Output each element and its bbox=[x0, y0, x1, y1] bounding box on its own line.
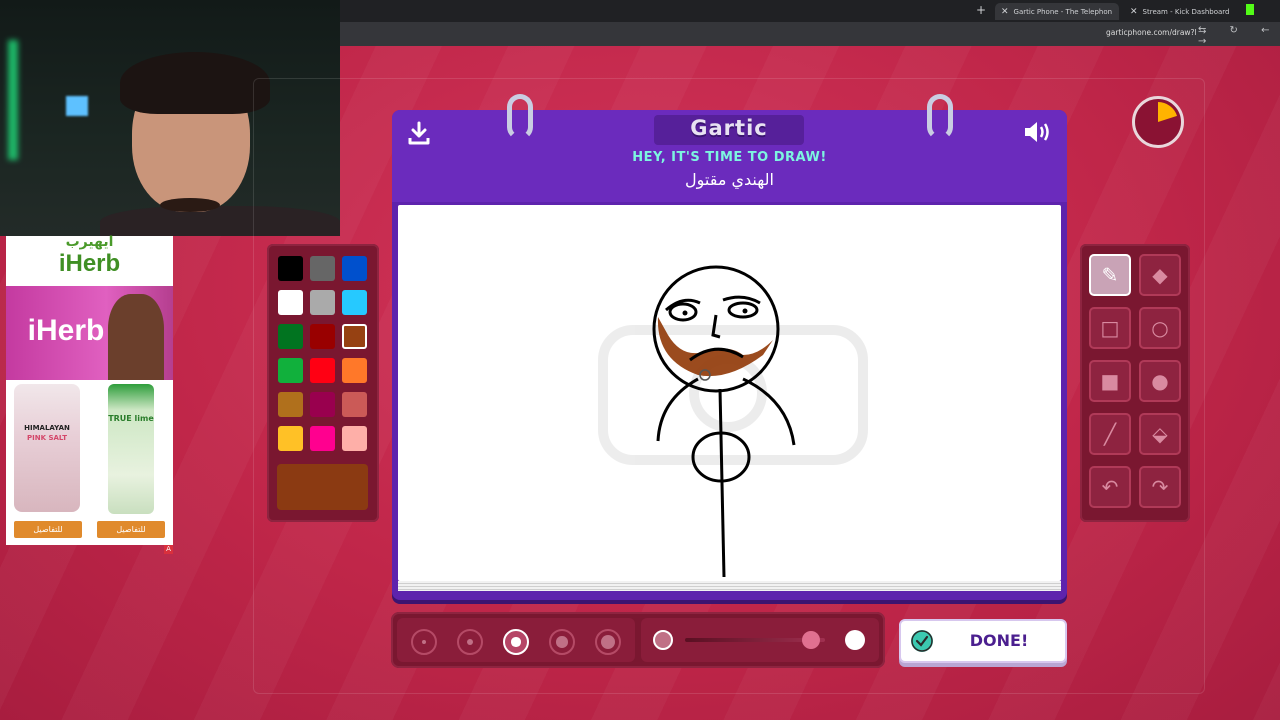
rectangle-filled-icon[interactable]: ■ bbox=[1089, 360, 1131, 402]
color-swatch[interactable] bbox=[310, 290, 335, 315]
brush-size-selector bbox=[397, 618, 635, 662]
product-image-true-lime[interactable]: TRUE lime bbox=[108, 384, 154, 514]
tab-label: Gartic Phone - The Telephon bbox=[1013, 7, 1113, 16]
brush-settings-bar bbox=[391, 612, 885, 668]
streamer-mustache bbox=[160, 198, 220, 212]
ad-choices-icon[interactable]: A bbox=[164, 545, 173, 554]
color-swatch[interactable] bbox=[278, 324, 303, 349]
color-swatch[interactable] bbox=[278, 358, 303, 383]
current-color-preview bbox=[277, 464, 368, 510]
color-swatch[interactable] bbox=[310, 392, 335, 417]
opacity-min-icon bbox=[653, 630, 673, 650]
product-label-2: PINK SALT bbox=[27, 434, 67, 442]
color-swatch[interactable] bbox=[342, 256, 367, 281]
done-label: DONE! bbox=[969, 631, 1029, 650]
undo-icon[interactable]: ↶ bbox=[1089, 466, 1131, 508]
drawing-prompt: الهندي مقتول bbox=[685, 170, 774, 189]
pencil-icon[interactable]: ✎ bbox=[1089, 254, 1131, 296]
eraser-icon[interactable]: ◆ bbox=[1139, 254, 1181, 296]
product-label: HIMALAYAN bbox=[24, 424, 70, 432]
card-header: Gartic HEY, IT'S TIME TO DRAW! الهندي مق… bbox=[392, 110, 1067, 202]
ad-brand-logo: iHerb bbox=[58, 250, 121, 277]
color-swatch[interactable] bbox=[342, 426, 367, 451]
brush-size-dot bbox=[556, 636, 568, 648]
brush-size-dot bbox=[421, 639, 427, 645]
ad-hero-banner: iHerb bbox=[6, 286, 173, 380]
color-swatch[interactable] bbox=[310, 358, 335, 383]
browser-tab-bar: + ✕ Gartic Phone - The Telephon ✕ Stream… bbox=[340, 0, 1280, 22]
rectangle-outline-icon[interactable]: □ bbox=[1089, 307, 1131, 349]
tab-gartic-phone[interactable]: ✕ Gartic Phone - The Telephon bbox=[995, 3, 1119, 20]
timer-clock-icon bbox=[1158, 102, 1178, 122]
color-swatch[interactable] bbox=[342, 290, 367, 315]
binder-ring-right bbox=[927, 94, 953, 140]
redo-icon[interactable]: ↷ bbox=[1139, 466, 1181, 508]
download-icon[interactable] bbox=[406, 120, 432, 146]
product-label: TRUE lime bbox=[108, 414, 154, 423]
brush-size-option[interactable] bbox=[503, 629, 529, 655]
streamer-hair bbox=[120, 52, 270, 114]
color-swatch[interactable] bbox=[310, 256, 335, 281]
line-icon[interactable]: ╱ bbox=[1089, 413, 1131, 455]
color-swatch[interactable] bbox=[342, 358, 367, 383]
binder-ring-left bbox=[507, 94, 533, 140]
canvas-drawing bbox=[598, 265, 868, 578]
ad-arabic-brand: ايهيرب bbox=[65, 234, 114, 250]
sound-icon[interactable] bbox=[1022, 119, 1052, 145]
done-button[interactable]: DONE! bbox=[899, 619, 1067, 663]
ellipse-outline-icon[interactable]: ○ bbox=[1139, 307, 1181, 349]
drawing-canvas[interactable] bbox=[398, 205, 1061, 581]
instruction-headline: HEY, IT'S TIME TO DRAW! bbox=[632, 150, 827, 165]
address-bar[interactable]: garticphone.com/draw?l ⇆ ↻ ← → bbox=[340, 22, 1280, 47]
ad-details-button[interactable]: للتفاصيل bbox=[97, 521, 165, 538]
close-tab-icon[interactable]: ✕ bbox=[1130, 7, 1138, 17]
page-stack-edge bbox=[398, 581, 1061, 591]
brush-size-dot bbox=[466, 638, 474, 646]
color-swatch[interactable] bbox=[310, 426, 335, 451]
tab-kick-dashboard[interactable]: ✕ Stream - Kick Dashboard bbox=[1130, 3, 1230, 20]
brush-size-option[interactable] bbox=[595, 629, 621, 655]
brush-size-option[interactable] bbox=[411, 629, 437, 655]
color-palette bbox=[267, 244, 379, 522]
background-monitor bbox=[66, 96, 88, 116]
tool-panel: ✎ ◆ □ ○ ■ ● ╱ ⬙ ↶ ↷ bbox=[1080, 244, 1190, 522]
checkmark-icon bbox=[911, 630, 933, 652]
kick-extension-icon[interactable] bbox=[1246, 4, 1254, 15]
gartic-logo: Gartic bbox=[690, 116, 768, 140]
green-light bbox=[8, 40, 18, 160]
brush-size-dot bbox=[511, 637, 521, 647]
color-swatch[interactable] bbox=[278, 256, 303, 281]
opacity-slider[interactable] bbox=[641, 618, 879, 662]
round-timer bbox=[1132, 96, 1184, 148]
brush-size-dot bbox=[601, 635, 615, 649]
opacity-thumb[interactable] bbox=[802, 631, 820, 649]
product-image-pink-salt[interactable]: HIMALAYAN PINK SALT bbox=[14, 384, 80, 512]
color-swatch[interactable] bbox=[278, 290, 303, 315]
tab-label: Stream - Kick Dashboard bbox=[1142, 7, 1230, 16]
color-swatch[interactable] bbox=[310, 324, 335, 349]
close-tab-icon[interactable]: ✕ bbox=[1001, 7, 1009, 17]
drawing-card: Gartic HEY, IT'S TIME TO DRAW! الهندي مق… bbox=[392, 94, 1067, 600]
opacity-max-icon bbox=[845, 630, 865, 650]
url-text[interactable]: garticphone.com/draw?l bbox=[1106, 28, 1197, 37]
watermark-logo bbox=[598, 325, 868, 465]
color-swatch[interactable] bbox=[342, 324, 367, 349]
ad-details-button[interactable]: للتفاصيل bbox=[14, 521, 82, 538]
brush-size-option[interactable] bbox=[549, 629, 575, 655]
color-swatch[interactable] bbox=[278, 392, 303, 417]
fill-bucket-icon[interactable]: ⬙ bbox=[1139, 413, 1181, 455]
new-tab-button[interactable]: + bbox=[976, 3, 986, 17]
ad-hero-logo: iHerb bbox=[27, 314, 105, 347]
brush-size-option[interactable] bbox=[457, 629, 483, 655]
color-swatch[interactable] bbox=[342, 392, 367, 417]
color-swatch[interactable] bbox=[278, 426, 303, 451]
ellipse-filled-icon[interactable]: ● bbox=[1139, 360, 1181, 402]
browser-nav-icons[interactable]: ⇆ ↻ ← → bbox=[1198, 25, 1280, 47]
iherb-ad[interactable]: ايهيرب iHerb iHerb HIMALAYAN PINK SALT T… bbox=[6, 234, 173, 545]
